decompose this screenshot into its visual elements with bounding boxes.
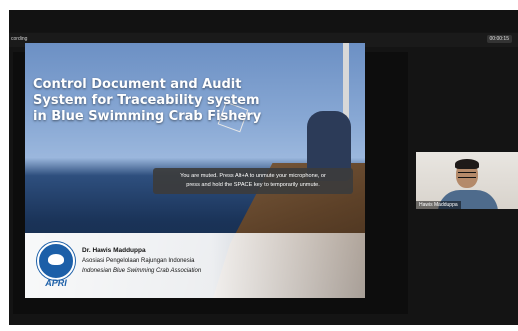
participant-video-tile[interactable]: Hawis Madduppa <box>416 152 518 209</box>
slide-title: Control Document and Audit System for Tr… <box>33 77 262 124</box>
organization-name: Asosiasi Pengelolaan Rajungan Indonesia <box>82 258 195 264</box>
participant-name-label: Hawis Madduppa <box>416 201 461 209</box>
slide-footer: APRI Dr. Hawis Madduppa Asosiasi Pengelo… <box>25 233 365 298</box>
muted-notification-line-1: You are muted. Press Alt+A to unmute you… <box>180 173 326 179</box>
presenter-name: Dr. Hawis Madduppa <box>82 247 146 254</box>
organization-name-english: Indonesian Blue Swimming Crab Associatio… <box>82 268 202 274</box>
title-bar <box>9 10 518 32</box>
muted-notification-line-2: press and hold the SPACE key to temporar… <box>186 182 320 188</box>
recording-label: cording <box>11 36 28 42</box>
participant-glasses <box>458 172 476 178</box>
muted-notification: You are muted. Press Alt+A to unmute you… <box>153 168 353 194</box>
logo-text: APRI <box>45 278 67 288</box>
participant-hair <box>455 159 479 169</box>
meeting-timer: 00:00:15 <box>486 35 512 43</box>
apri-logo <box>37 242 75 280</box>
crab-icon <box>48 254 64 265</box>
